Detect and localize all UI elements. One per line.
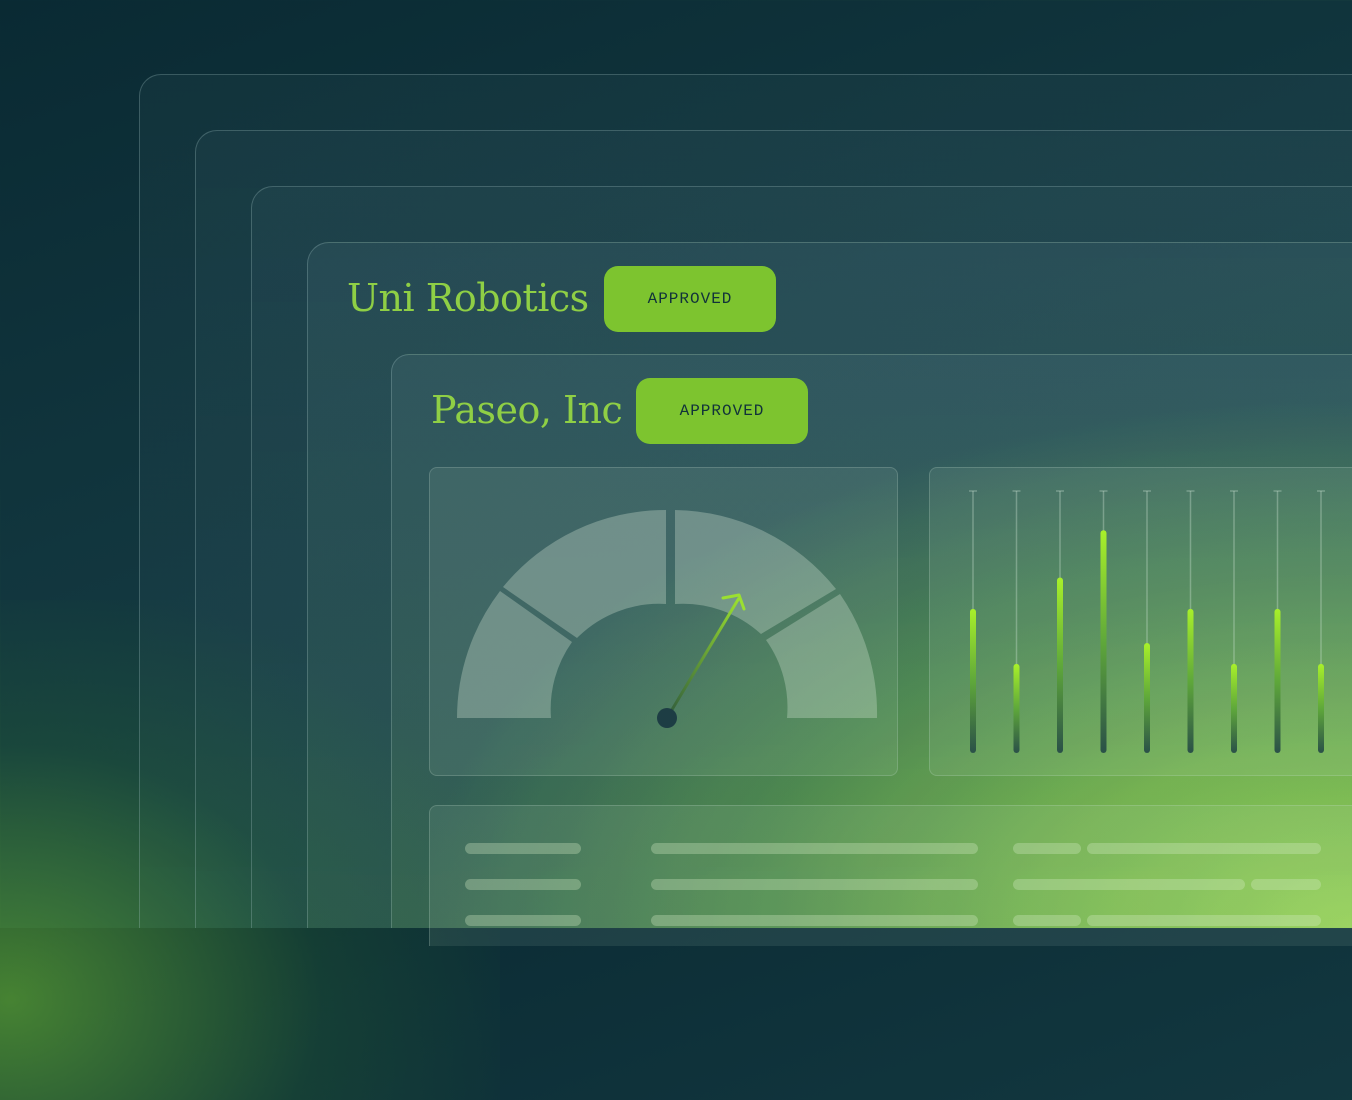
level-bar xyxy=(1231,663,1237,753)
data-table-panel xyxy=(429,805,1352,946)
level-bar xyxy=(1274,608,1281,753)
gauge-chart xyxy=(457,509,878,728)
gauge-panel xyxy=(429,467,898,776)
gauge-pivot xyxy=(657,708,677,728)
table-cell-placeholder xyxy=(651,843,978,854)
status-badge: APPROVED xyxy=(636,378,808,444)
level-bars-chart xyxy=(969,490,1325,753)
table-cell-placeholder xyxy=(1013,915,1081,926)
table-cell-placeholder xyxy=(1087,915,1321,926)
company-name: Uni Robotics xyxy=(347,276,589,320)
table-cell-placeholder xyxy=(651,879,978,890)
level-bar xyxy=(1187,608,1194,753)
table-cell-placeholder xyxy=(1013,843,1081,854)
table-cell-placeholder xyxy=(1251,879,1321,890)
table-cell-placeholder xyxy=(465,843,581,854)
level-bar xyxy=(970,608,976,753)
table-cell-placeholder xyxy=(651,915,978,926)
level-bar xyxy=(1100,530,1107,753)
status-badge: APPROVED xyxy=(604,266,776,332)
level-bar xyxy=(1057,577,1063,753)
table-cell-placeholder xyxy=(1013,879,1245,890)
company-name: Paseo, Inc xyxy=(431,388,623,432)
table-cell-placeholder xyxy=(465,879,581,890)
level-bar xyxy=(1013,663,1020,753)
table-cell-placeholder xyxy=(465,915,581,926)
level-bar xyxy=(1144,642,1150,753)
level-bar xyxy=(1318,663,1324,753)
table-cell-placeholder xyxy=(1087,843,1321,854)
gauge-needle xyxy=(665,597,741,719)
level-bars-panel xyxy=(929,467,1352,776)
gauge-arc xyxy=(457,509,878,718)
